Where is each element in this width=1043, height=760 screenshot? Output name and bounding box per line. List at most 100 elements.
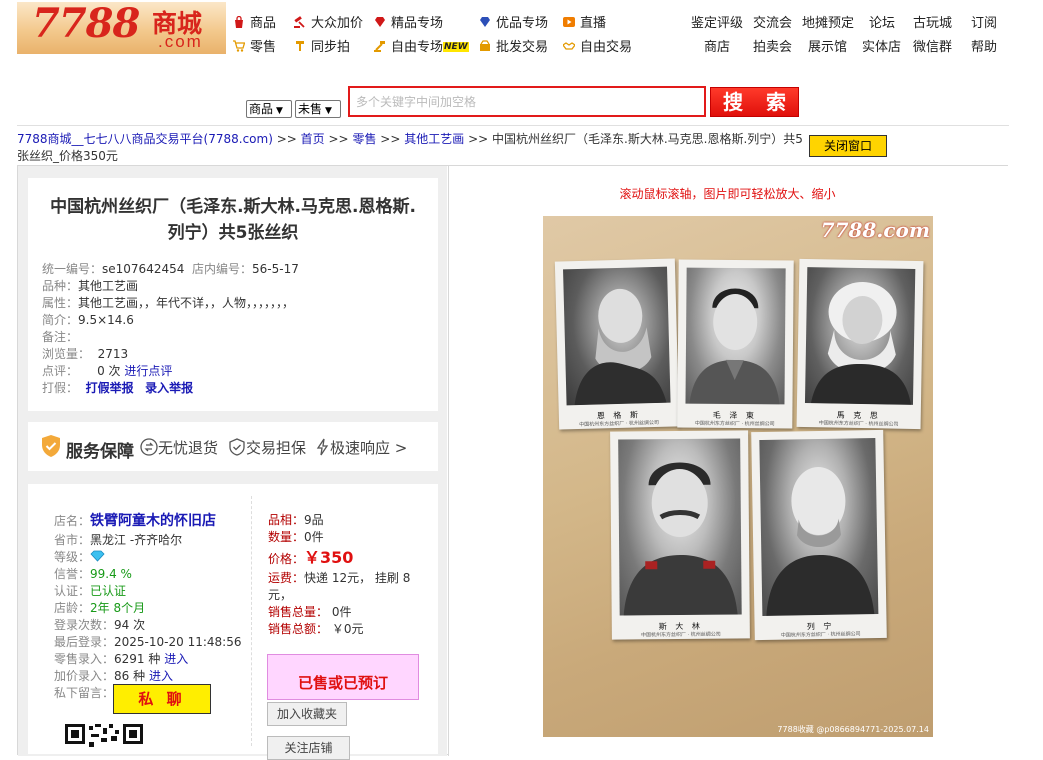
nav-physical-store[interactable]: 实体店 xyxy=(862,36,901,55)
logo-number: 7788 xyxy=(32,2,140,47)
deal-condition: 9品 xyxy=(304,513,324,527)
deal-quantity: 0件 xyxy=(304,530,324,544)
service-return-label: 无忧退货 xyxy=(158,439,219,457)
breadcrumb-category[interactable]: 其他工艺画 xyxy=(404,132,464,146)
breadcrumb-sep: >> xyxy=(380,132,401,146)
new-badge: NEW xyxy=(443,42,469,52)
deal-price-row: 价格：￥350 xyxy=(268,549,353,568)
nav-exchange-meet[interactable]: 交流会 xyxy=(753,12,792,31)
nav-goods-label: 商品 xyxy=(250,16,277,31)
write-comment-link[interactable]: 进行点评 xyxy=(124,364,172,378)
box-icon xyxy=(480,40,490,51)
play-icon xyxy=(563,17,575,27)
label: 店内编号： xyxy=(192,262,253,276)
nav-goods[interactable]: 商品 xyxy=(233,12,276,31)
nav-quality-special[interactable]: 优品专场 xyxy=(479,12,548,31)
close-window-button[interactable]: 关闭窗口 xyxy=(809,135,887,157)
gem-icon xyxy=(480,17,490,27)
nav-sync-auction[interactable]: 同步拍 xyxy=(294,36,350,55)
deal-condition-row: 品相：9品 xyxy=(268,512,324,529)
shop-verify-status: 已认证 xyxy=(90,584,127,598)
nav-auctions[interactable]: 拍卖会 xyxy=(753,36,792,55)
nav-antique-city[interactable]: 古玩城 xyxy=(913,12,952,31)
label: 登录次数： xyxy=(54,618,115,632)
handshake-icon xyxy=(563,42,575,50)
nav-help[interactable]: 帮助 xyxy=(971,36,997,55)
label: 销售总额： xyxy=(268,622,329,636)
nav-sync-auction-label: 同步拍 xyxy=(311,40,351,55)
label: 点评： xyxy=(42,364,79,378)
add-favorite-button[interactable]: 加入收藏夹 xyxy=(267,702,347,726)
retail-enter-link[interactable]: 进入 xyxy=(164,652,188,666)
deal-quantity-row: 数量：0件 xyxy=(268,529,324,546)
follow-shop-button[interactable]: 关注店铺 xyxy=(267,736,350,760)
label: 运费： xyxy=(268,571,305,585)
gavel-icon xyxy=(294,16,305,28)
nav-forum[interactable]: 论坛 xyxy=(869,12,895,31)
search-button[interactable]: 搜 索 xyxy=(710,87,799,117)
nav-shops[interactable]: 商店 xyxy=(704,36,730,55)
nav-wechat-group[interactable]: 微信群 xyxy=(913,36,952,55)
breadcrumb-sep: >> xyxy=(328,132,349,146)
qr-code-icon[interactable] xyxy=(65,724,143,747)
item-comment-count: 0 次 xyxy=(97,364,121,378)
silk-portrait-1: 恩 格 斯 中国杭州东方丝织厂 · 杭州丝绸公司 xyxy=(554,258,680,430)
site-logo[interactable]: 7788 商城 .com xyxy=(17,2,226,54)
label: 最后登录： xyxy=(54,635,115,649)
label: 销售总量： xyxy=(268,605,329,619)
portrait-subcaption: 中国杭州东方丝织厂 · 杭州丝绸公司 xyxy=(818,420,899,428)
nav-exhibition[interactable]: 展示馆 xyxy=(808,36,847,55)
private-chat-button[interactable]: 私 聊 xyxy=(113,684,211,714)
service-guarantee[interactable]: 交易担保 xyxy=(228,437,306,458)
nav-appraisal[interactable]: 鉴定评级 xyxy=(691,12,743,31)
shop-credit: 99.4 % xyxy=(90,567,132,581)
markup-enter-link[interactable]: 进入 xyxy=(149,669,173,683)
item-views-row: 浏览量： 2713 xyxy=(42,346,128,363)
status-select-value: 未售 xyxy=(298,102,323,116)
label: 加价录入： xyxy=(54,669,115,683)
zoom-hint: 滚动鼠标滚轴，图片即可轻松放大、缩小 xyxy=(619,187,836,201)
silk-portrait-4: 斯 大 林 中国杭州东方丝织厂 · 杭州丝绸公司 xyxy=(610,430,750,640)
search-input[interactable]: 多个关键字中间加空格 xyxy=(348,86,706,117)
item-note-row: 备注： xyxy=(42,329,78,346)
service-return[interactable]: 无忧退货 xyxy=(140,437,218,458)
product-image[interactable]: 7788.com 恩 格 斯 中国杭州东方丝织厂 · 杭州丝绸公司 毛 泽 東 … xyxy=(543,216,933,737)
chevron-down-icon: ▼ xyxy=(325,106,332,116)
item-category: 其他工艺画 xyxy=(78,279,139,293)
shop-msg-row: 私下留言： xyxy=(54,685,114,702)
nav-retail[interactable]: 零售 xyxy=(233,36,276,55)
nav-wholesale-label: 批发交易 xyxy=(496,40,549,55)
silk-portrait-2: 毛 泽 東 中国杭州东方丝织厂 · 杭州丝绸公司 xyxy=(677,259,794,429)
item-views: 2713 xyxy=(97,347,129,361)
nav-stall-booking[interactable]: 地摊预定 xyxy=(802,12,854,31)
service-fast-response[interactable]: 极速响应 > xyxy=(316,437,407,458)
nav-quality-special-label: 优品专场 xyxy=(496,16,549,31)
status-select[interactable]: 未售 ▼ xyxy=(295,100,341,118)
nav-wholesale[interactable]: 批发交易 xyxy=(479,36,548,55)
item-id-row: 统一编号：se107642454 店内编号：56-5-17 xyxy=(42,261,299,278)
shop-name-link[interactable]: 铁臂阿童木的怀旧店 xyxy=(90,513,216,529)
enter-report-link[interactable]: 录入举报 xyxy=(145,381,193,395)
shield-icon xyxy=(229,438,245,456)
portrait-figure xyxy=(574,288,667,406)
nav-public-markup[interactable]: 大众加价 xyxy=(294,12,363,31)
type-select[interactable]: 商品 ▼ xyxy=(246,100,292,118)
report-fake-link[interactable]: 打假举报 xyxy=(86,381,134,395)
nav-free-special[interactable]: 自由专场NEW xyxy=(374,36,469,55)
breadcrumb-home[interactable]: 首页 xyxy=(301,132,325,146)
label: 价格： xyxy=(268,552,305,566)
deal-shipping-row: 运费：快递 12元， 挂刷 8元， xyxy=(268,570,413,604)
shop-last-login-row: 最后登录：2025-10-20 11:48:56 xyxy=(54,634,241,651)
nav-live[interactable]: 直播 xyxy=(563,12,606,31)
silk-portrait-3: 馬 克 思 中国杭州东方丝织厂 · 杭州丝绸公司 xyxy=(796,258,924,430)
label: 打假： xyxy=(42,381,79,395)
hammer-icon xyxy=(374,41,385,52)
breadcrumb-site[interactable]: 7788商城__七七八八商品交易平台(7788.com) xyxy=(17,132,273,146)
nav-free-trade[interactable]: 自由交易 xyxy=(563,36,632,55)
nav-subscribe[interactable]: 订阅 xyxy=(971,12,997,31)
breadcrumb-retail[interactable]: 零售 xyxy=(352,132,376,146)
deal-price: ￥350 xyxy=(304,548,354,567)
portrait-figure xyxy=(689,288,780,405)
nav-premium-special[interactable]: 精品专场 xyxy=(374,12,443,31)
deal-sold-count-row: 销售总量： 0件 xyxy=(268,604,351,621)
